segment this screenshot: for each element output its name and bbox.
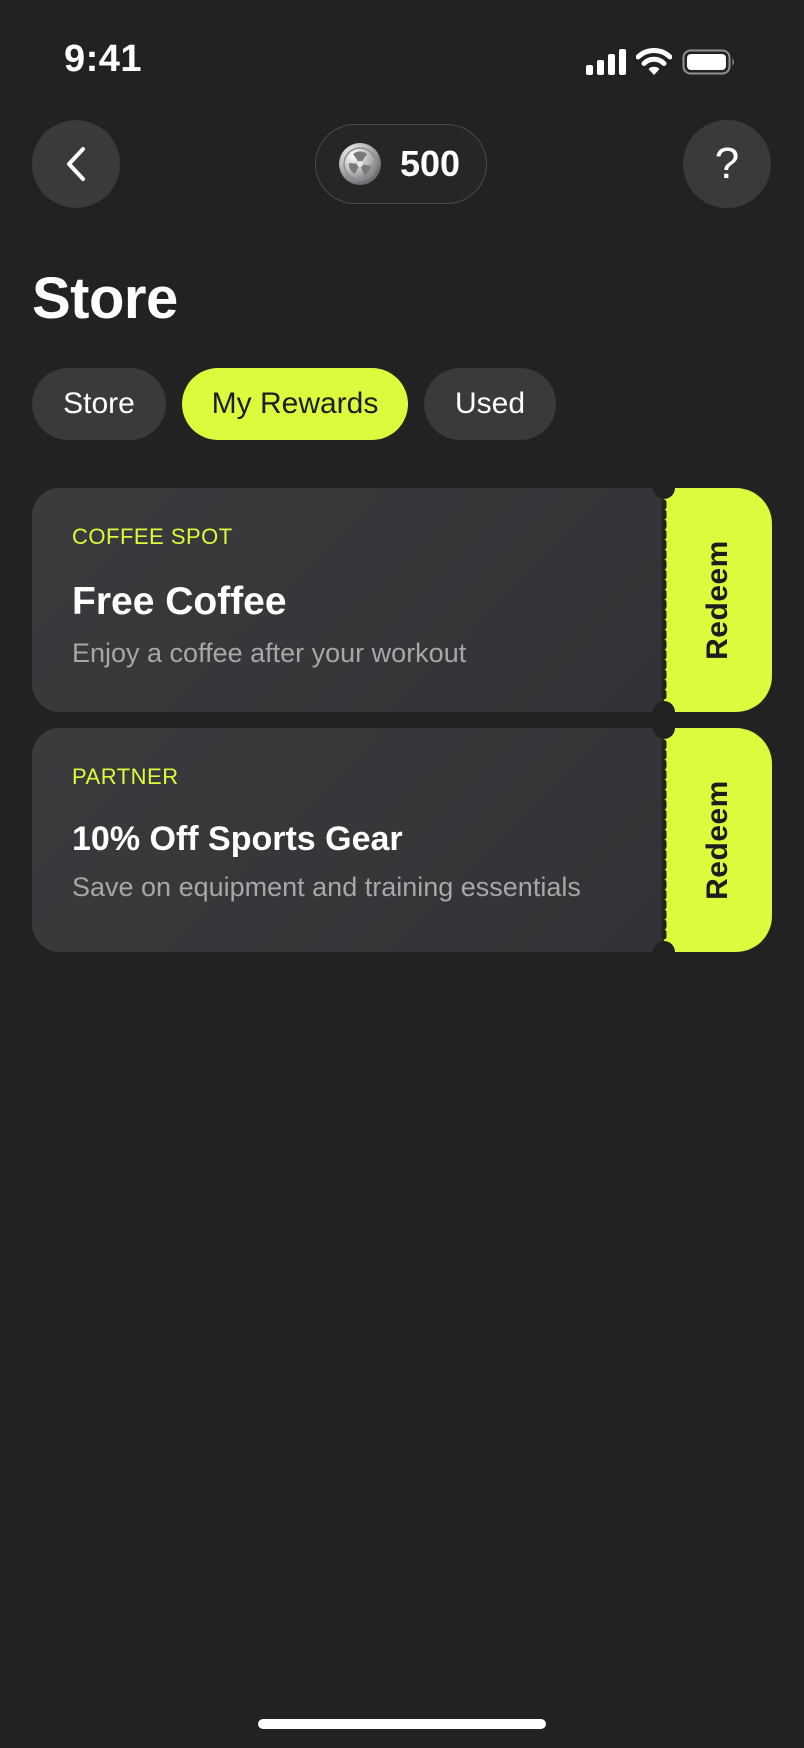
home-indicator[interactable] [258,1719,546,1729]
page-title: Store [32,266,178,331]
ticket-perforation [653,717,675,963]
redeem-label: Redeem [701,540,734,660]
reward-category: PARTNER [72,764,179,789]
status-icons [586,48,736,76]
tab-bar: Store My Rewards Used [32,368,556,440]
reward-title: 10% Off Sports Gear [72,820,403,858]
tab-my-rewards[interactable]: My Rewards [182,368,408,440]
status-time: 9:41 [64,38,143,80]
help-button[interactable]: ? [683,120,771,208]
tab-store[interactable]: Store [32,368,166,440]
reward-card[interactable]: COFFEE SPOT Free Coffee Enjoy a coffee a… [32,477,772,723]
wifi-icon [636,48,672,75]
tab-used[interactable]: Used [424,368,556,440]
reward-description: Save on equipment and training essential… [72,872,581,902]
redeem-button[interactable]: Redeem [664,488,772,712]
chevron-left-icon [67,147,85,181]
reward-description: Enjoy a coffee after your workout [72,638,467,668]
reward-category: COFFEE SPOT [72,524,233,549]
ticket-perforation [653,477,675,723]
points-balance[interactable]: 500 [315,124,487,204]
question-mark-icon: ? [714,139,740,188]
cellular-signal-icon [586,49,626,75]
back-button[interactable] [32,120,120,208]
reward-card-body[interactable]: PARTNER 10% Off Sports Gear Save on equi… [32,728,664,952]
battery-icon [682,49,734,75]
coin-icon [339,143,381,185]
points-value: 500 [400,143,461,184]
redeem-label: Redeem [701,780,734,900]
reward-card-body[interactable]: COFFEE SPOT Free Coffee Enjoy a coffee a… [32,488,664,712]
reward-title: Free Coffee [72,580,287,623]
reward-card[interactable]: PARTNER 10% Off Sports Gear Save on equi… [32,717,772,963]
redeem-button[interactable]: Redeem [664,728,772,952]
